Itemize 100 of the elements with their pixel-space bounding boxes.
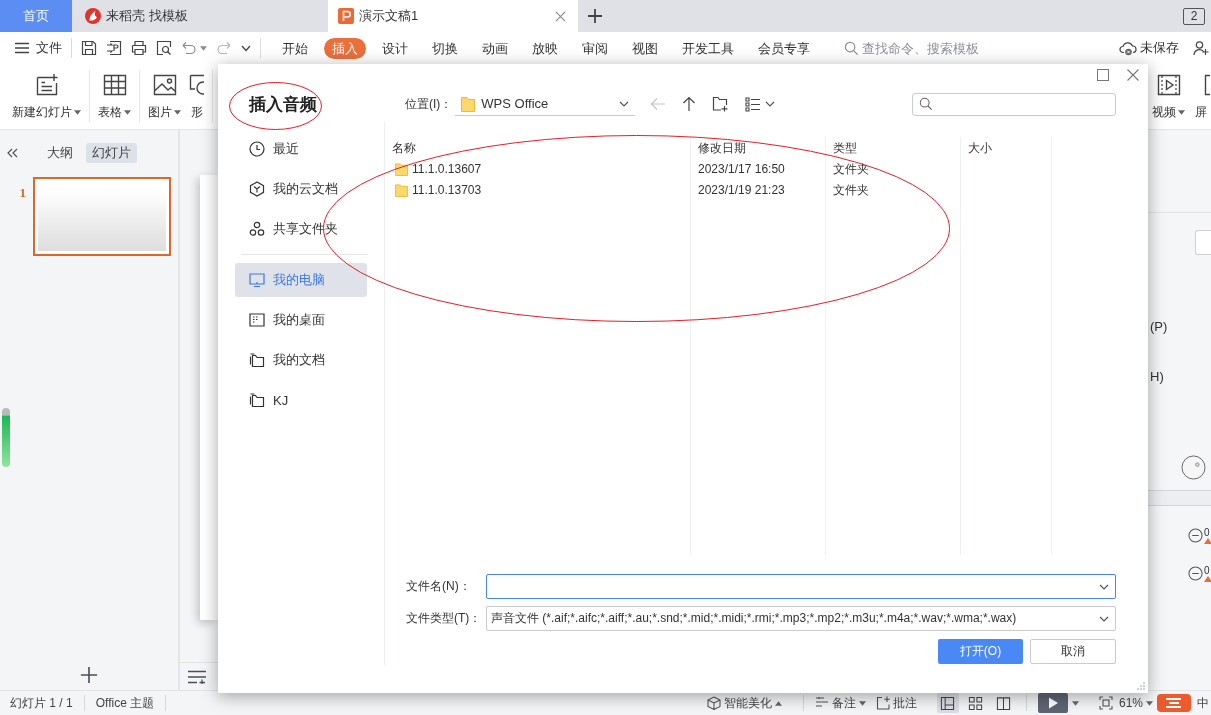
chevron-down-icon[interactable] — [1099, 583, 1109, 590]
zoom-button[interactable]: 61% — [1118, 696, 1153, 710]
sidebar-item[interactable]: KJ — [235, 383, 367, 417]
ribbon-tab[interactable]: 动画 — [474, 37, 516, 59]
list-view-icon[interactable] — [745, 96, 762, 112]
input-method-indicator[interactable]: 中 — [1197, 694, 1209, 712]
ribbon-tab[interactable]: 视图 — [624, 37, 666, 59]
slide-thumbnail[interactable] — [33, 177, 171, 256]
share-circles-icon — [249, 221, 265, 237]
type-cell: 文件夹 — [826, 159, 961, 180]
slideshow-button[interactable] — [1037, 693, 1068, 713]
ribbon-button[interactable]: 新建幻灯片 — [8, 70, 85, 123]
export-icon[interactable] — [106, 40, 122, 56]
ribbon-button[interactable]: 表格 — [94, 70, 135, 123]
ribbon-button[interactable]: 屏 — [1195, 70, 1211, 123]
plus-icon — [80, 666, 98, 684]
preview-icon[interactable] — [156, 40, 172, 56]
meter-icon — [2, 408, 10, 467]
up-arrow-icon[interactable] — [681, 96, 698, 112]
file-type-dropdown[interactable]: 声音文件 (*.aif;*.aifc;*.aiff;*.au;*.snd;*.mid;*.midi;*.rmi;*.mp3;*.mp2;*.m3u;*.m4a;*.wav;*.wma;*.wax) — [486, 606, 1116, 631]
play-icon — [1046, 697, 1059, 709]
clock-icon — [249, 141, 265, 157]
theme-name-text: Office 主题 — [95, 694, 155, 712]
comments-button[interactable]: 批注 — [875, 694, 917, 712]
caret-icon — [858, 700, 866, 706]
normal-view-icon — [940, 695, 956, 711]
ribbon-tab[interactable]: 设计 — [374, 37, 416, 59]
column-header[interactable]: 大小 — [961, 137, 1052, 159]
notes-icon[interactable] — [187, 669, 207, 684]
close-icon[interactable] — [1127, 69, 1139, 81]
folder-icon — [249, 352, 265, 368]
option-label: (P) — [1150, 319, 1168, 335]
file-menu-button[interactable]: 文件 — [0, 39, 62, 57]
slide-count-text: 幻灯片 1 / 1 — [10, 694, 73, 712]
window-count-button[interactable]: 2 — [1183, 7, 1205, 25]
folder-icon — [461, 95, 476, 112]
stepper-value: 0 — [1204, 528, 1210, 538]
sidebar-item[interactable]: 我的云文档 — [235, 172, 367, 206]
command-search-field[interactable]: 查找命令、搜索模板 — [844, 40, 992, 56]
resize-grip-icon[interactable] — [1137, 682, 1145, 690]
sidebar-item[interactable]: 最近 — [235, 132, 367, 166]
chevron-down-icon — [619, 100, 630, 107]
chevron-down-icon — [1099, 615, 1109, 622]
print-icon[interactable] — [131, 40, 147, 56]
date-cell: 2023/1/17 16:50 — [691, 159, 826, 180]
sidebar-item[interactable]: 我的桌面 — [235, 303, 367, 337]
panel-tab[interactable]: 大纲 — [41, 143, 79, 163]
minus-circle-icon[interactable] — [1188, 566, 1203, 581]
file-name-cell[interactable]: 11.1.0.13703 — [385, 180, 691, 201]
fit-to-window-icon[interactable] — [1098, 696, 1113, 710]
save-status-button[interactable]: 未保存 — [1119, 39, 1179, 57]
maximize-icon[interactable] — [1097, 69, 1109, 81]
document-tab[interactable]: 来稻壳 找模板 — [72, 0, 328, 32]
cancel-button[interactable]: 取消 — [1030, 639, 1116, 664]
ribbon-tab[interactable]: 切换 — [424, 37, 466, 59]
view-button[interactable] — [936, 693, 959, 713]
minus-circle-icon[interactable] — [1188, 528, 1203, 543]
panel-tab[interactable]: 幻灯片 — [86, 143, 137, 163]
grid-icon — [968, 695, 984, 711]
ribbon-tab[interactable]: 开始 — [274, 37, 316, 59]
ribbon-tab[interactable]: 审阅 — [574, 37, 616, 59]
chevron-down-icon[interactable] — [241, 44, 251, 52]
close-icon[interactable] — [555, 10, 566, 22]
column-header[interactable]: 名称 — [385, 137, 691, 159]
new-folder-icon[interactable] — [712, 96, 729, 112]
notes-button[interactable]: 备注 — [814, 694, 866, 712]
smart-beautify-button[interactable]: 智能美化 — [706, 694, 782, 712]
shape-icon — [189, 72, 204, 97]
knob-icon[interactable] — [1181, 455, 1206, 480]
folder-icon — [395, 184, 408, 197]
add-slide-button[interactable] — [80, 666, 98, 684]
sidebar-item[interactable]: 我的文档 — [235, 343, 367, 377]
double-chevron-left-icon[interactable] — [6, 147, 18, 159]
save-icon[interactable] — [81, 40, 97, 56]
caret-icon — [1146, 700, 1153, 706]
screen-icon — [1203, 72, 1211, 97]
file-name-field[interactable] — [486, 574, 1116, 599]
column-header[interactable]: 修改日期 — [691, 137, 826, 159]
ribbon-button[interactable]: 形 — [185, 70, 208, 123]
column-header[interactable]: 类型 — [826, 137, 961, 159]
document-tab[interactable]: 演示文稿1 — [328, 0, 578, 32]
video-icon — [1156, 72, 1181, 97]
chevron-down-icon[interactable] — [765, 101, 776, 107]
file-name-cell[interactable]: 11.1.0.13607 — [385, 159, 691, 180]
undo-icon[interactable] — [181, 40, 197, 56]
location-dropdown[interactable]: WPS Office — [455, 92, 636, 116]
field-label: 文件类型(T)： — [406, 610, 483, 627]
book-icon — [996, 695, 1012, 711]
ribbon-tab[interactable]: 开发工具 — [674, 37, 742, 59]
app-logo-icon[interactable] — [1157, 694, 1191, 712]
ribbon-tab[interactable]: 放映 — [524, 37, 566, 59]
triangle-icon — [1204, 538, 1211, 544]
ribbon-tab[interactable]: 会员专享 — [750, 37, 818, 59]
caret-icon[interactable] — [1071, 700, 1079, 706]
ribbon-button[interactable]: 图片 — [144, 70, 185, 123]
slide-number: 1 — [18, 185, 27, 201]
caret-icon[interactable] — [200, 45, 207, 51]
search-field[interactable] — [912, 92, 1116, 116]
ribbon-button[interactable]: 视频 — [1148, 70, 1189, 123]
add-person-icon[interactable] — [1193, 40, 1209, 56]
